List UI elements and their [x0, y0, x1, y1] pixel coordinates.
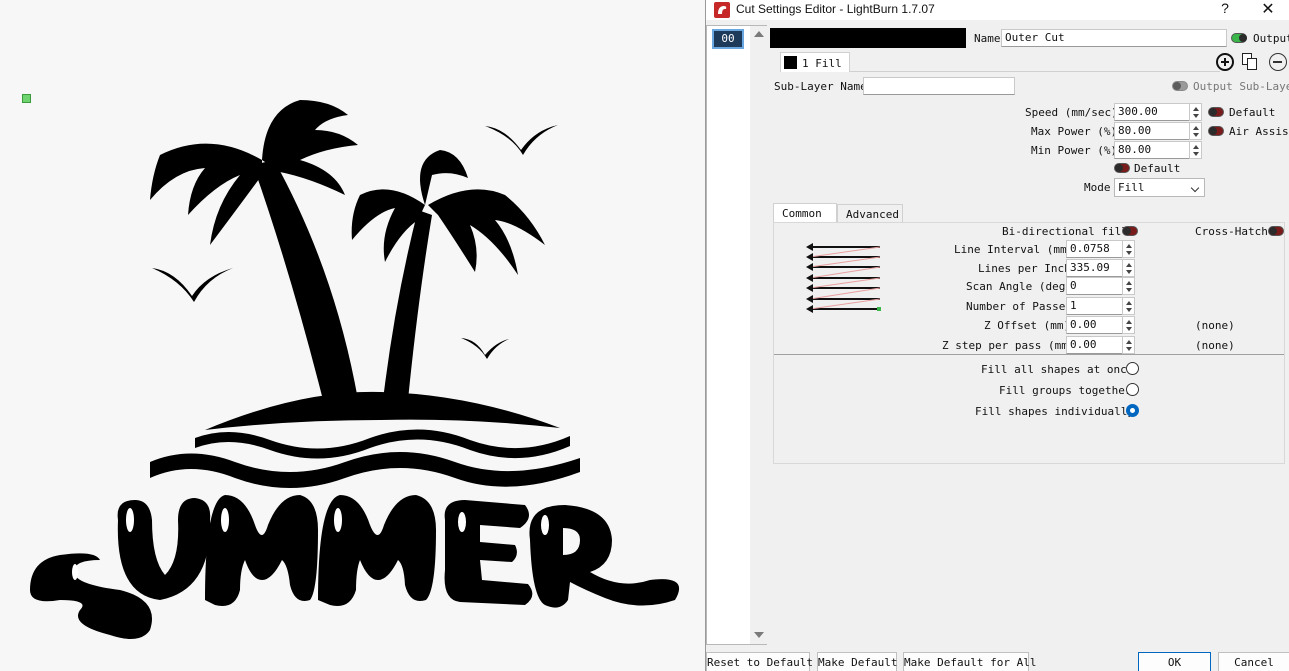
lightburn-logo-icon	[714, 2, 730, 18]
lines-per-inch-input[interactable]: 335.09	[1066, 259, 1123, 277]
fill-groups-label: Fill groups together	[999, 384, 1132, 397]
bird-shape	[485, 125, 558, 155]
make-default-for-all-button[interactable]: Make Default for All	[903, 652, 1036, 671]
cancel-button[interactable]: Cancel	[1218, 652, 1289, 671]
palm-frond	[428, 189, 545, 275]
crosshatch-toggle[interactable]	[1268, 226, 1284, 236]
z-offset-label: Z Offset (mm)	[984, 319, 1071, 332]
max-power-spinner[interactable]	[1189, 122, 1202, 140]
min-power-input[interactable]: 80.00	[1114, 141, 1190, 159]
line-interval-input[interactable]: 0.0758	[1066, 240, 1123, 258]
island-mound	[205, 391, 560, 430]
fill-all-radio[interactable]	[1126, 362, 1139, 375]
layer-list-scrollbar[interactable]	[750, 26, 767, 644]
mode-select[interactable]: Fill	[1114, 178, 1205, 197]
bird-shape	[152, 268, 233, 302]
chevron-down-icon	[1190, 183, 1200, 193]
line-interval-label: Line Interval (mm)	[954, 243, 1074, 256]
air-assist-label: Air Assist	[1229, 125, 1289, 138]
z-offset-note: (none)	[1195, 319, 1235, 332]
lines-per-inch-spinner[interactable]	[1122, 259, 1135, 277]
mode-label: Mode	[1084, 181, 1111, 194]
passes-label: Number of Passes	[966, 300, 1072, 313]
speed-default-toggle[interactable]	[1208, 107, 1224, 117]
output-sublayer-label: Output Sub-Layer	[1193, 80, 1289, 93]
scan-angle-input[interactable]: 0	[1066, 277, 1123, 295]
speed-spinner[interactable]	[1189, 103, 1202, 121]
layer-name-input[interactable]: Outer Cut	[1001, 29, 1227, 47]
design-canvas[interactable]	[0, 0, 705, 671]
speed-input[interactable]: 300.00	[1114, 103, 1190, 121]
fill-individually-label: Fill shapes individually	[975, 405, 1134, 418]
air-assist-toggle[interactable]	[1208, 126, 1224, 136]
scan-angle-label: Scan Angle (deg)	[966, 280, 1072, 293]
layer-item-00[interactable]: 00	[712, 29, 744, 49]
max-power-label: Max Power (%)	[1031, 125, 1118, 138]
power-default-toggle[interactable]	[1114, 163, 1130, 173]
scroll-up-icon[interactable]	[754, 31, 764, 37]
sublayer-tab-label: 1 Fill	[802, 57, 842, 70]
panel-divider	[774, 354, 1284, 355]
speed-default-label: Default	[1229, 106, 1276, 119]
max-power-input[interactable]: 80.00	[1114, 122, 1190, 140]
z-step-label: Z step per pass (mm)	[942, 339, 1075, 352]
fill-all-label: Fill all shapes at once	[981, 363, 1134, 376]
sublayer-name-label: Sub-Layer Name	[774, 80, 867, 93]
summer-artwork	[30, 100, 680, 639]
fill-individually-radio[interactable]	[1126, 404, 1139, 417]
z-step-input[interactable]: 0.00	[1066, 336, 1123, 354]
bird-shape	[461, 338, 509, 359]
cut-settings-editor: Cut Settings Editor - LightBurn 1.7.07 ?…	[705, 0, 1289, 671]
make-default-button[interactable]: Make Default	[817, 652, 897, 671]
bidirectional-label: Bi-directional fill	[1002, 225, 1128, 238]
passes-spinner[interactable]	[1122, 297, 1135, 315]
lines-per-inch-label: Lines per Inch	[978, 262, 1071, 275]
title-bar: Cut Settings Editor - LightBurn 1.7.07 ?…	[706, 0, 1289, 20]
layer-name-label: Name	[974, 32, 1001, 45]
scroll-down-icon[interactable]	[754, 632, 764, 638]
power-default-label: Default	[1134, 162, 1181, 175]
fill-direction-illustration	[806, 243, 881, 313]
fill-groups-radio[interactable]	[1126, 383, 1139, 396]
ok-button[interactable]: OK	[1138, 652, 1211, 671]
mode-select-value: Fill	[1118, 181, 1145, 194]
passes-input[interactable]: 1	[1066, 297, 1123, 315]
output-toggle[interactable]	[1231, 33, 1247, 43]
reset-to-default-button[interactable]: Reset to Default	[706, 652, 813, 671]
copy-sublayer-icon[interactable]	[1242, 53, 1258, 71]
remove-sublayer-icon[interactable]	[1269, 53, 1287, 71]
bidirectional-toggle[interactable]	[1122, 226, 1138, 236]
add-sublayer-icon[interactable]	[1216, 53, 1234, 71]
layer-color-swatch[interactable]	[770, 28, 966, 48]
sublayer-color-swatch	[784, 56, 797, 69]
sublayer-tab-strip	[850, 71, 1220, 72]
layer-list[interactable]: 00	[706, 25, 767, 645]
speed-label: Speed (mm/sec)	[1025, 106, 1118, 119]
sublayer-name-input[interactable]	[863, 77, 1015, 95]
output-sublayer-toggle[interactable]	[1172, 81, 1188, 91]
window-title: Cut Settings Editor - LightBurn 1.7.07	[736, 2, 935, 16]
output-label: Output	[1253, 32, 1289, 45]
min-power-spinner[interactable]	[1189, 141, 1202, 159]
crosshatch-label: Cross-Hatch	[1195, 225, 1268, 238]
help-button[interactable]: ?	[1218, 0, 1232, 20]
z-step-spinner[interactable]	[1122, 336, 1135, 354]
palm-frond	[150, 143, 262, 245]
z-step-note: (none)	[1195, 339, 1235, 352]
scan-angle-spinner[interactable]	[1122, 277, 1135, 295]
tab-common[interactable]: Common	[773, 203, 837, 222]
sublayer-tab[interactable]: 1 Fill	[780, 52, 850, 72]
line-interval-spinner[interactable]	[1122, 240, 1135, 258]
z-offset-input[interactable]: 0.00	[1066, 316, 1123, 334]
min-power-label: Min Power (%)	[1031, 144, 1118, 157]
z-offset-spinner[interactable]	[1122, 316, 1135, 334]
close-button[interactable]: ✕	[1258, 0, 1278, 19]
tab-advanced[interactable]: Advanced	[837, 204, 903, 223]
palm-trunk	[253, 160, 358, 400]
